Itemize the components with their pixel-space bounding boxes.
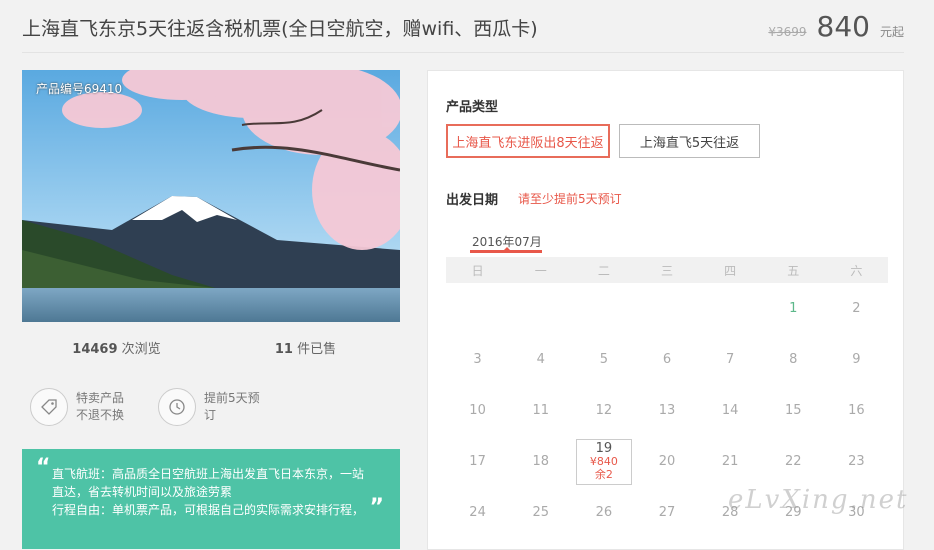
day-cell: 12 — [595, 403, 613, 418]
day-cell: 23 — [848, 454, 865, 469]
day-cell: 25 — [532, 505, 549, 520]
day-remaining: 余2 — [594, 468, 613, 481]
day-price: ¥840 — [589, 455, 618, 468]
sold-label: 件已售 — [297, 342, 337, 357]
option-osaka-8-day[interactable]: 上海直飞东进阪出8天往返 — [446, 124, 610, 158]
empty-day-cell — [509, 283, 572, 334]
weekday-label: 五 — [787, 263, 800, 278]
day-cell: 17 — [469, 454, 486, 469]
mount-fuji-cherry-blossom-image — [22, 70, 400, 300]
available-day-cell[interactable]: 19 ¥840 余2 — [572, 436, 635, 487]
sold-count: 11 — [274, 342, 293, 357]
feature-line1: 特卖产品 — [76, 391, 125, 405]
day-cell: 22 — [785, 454, 802, 469]
highlight-line: 行程自由：单机票产品，可根据自己的实际需求安排行程， — [52, 503, 365, 517]
current-price: 840 — [816, 10, 870, 43]
option-tokyo-5-day[interactable]: 上海直飞5天往返 — [619, 124, 760, 158]
lake-reflection — [22, 288, 400, 322]
close-quote-mark: ” — [369, 495, 384, 520]
price-suffix: 元起 — [879, 25, 904, 39]
weekday-label: 一 — [534, 263, 547, 278]
day-cell: 24 — [469, 505, 486, 520]
day-cell: 18 — [532, 454, 549, 469]
weekday-label: 六 — [850, 263, 863, 278]
day-cell: 9 — [852, 352, 861, 367]
product-code: 产品编号69410 — [36, 82, 123, 96]
feature-line2: 不退不换 — [76, 408, 125, 422]
day-cell: 26 — [595, 505, 613, 520]
header-divider — [22, 52, 904, 53]
views-count: 14469 — [72, 342, 118, 357]
highlight-line: 直飞航班：高品质全日空航班上海出发直飞日本东京，一站 — [52, 467, 365, 481]
clock-icon — [158, 388, 197, 426]
day-cell: 27 — [658, 505, 676, 520]
empty-day-cell — [699, 283, 762, 334]
views-stat: 14469 次浏览 — [22, 338, 211, 357]
open-quote-mark: “ — [36, 455, 51, 480]
day-number: 19 — [595, 441, 613, 456]
original-price: ¥3699 — [768, 25, 807, 39]
product-stats: 14469 次浏览 11 件已售 — [22, 338, 400, 357]
empty-day-cell — [446, 283, 509, 334]
feature-advance-booking: 提前5天预 订 — [158, 388, 260, 426]
available-day-box[interactable]: 19 ¥840 余2 — [575, 438, 632, 485]
product-highlights: “ 直飞航班：高品质全日空航班上海出发直飞日本东京，一站 直达，省去转机时间以及… — [22, 449, 400, 549]
day-cell: 15 — [785, 403, 802, 418]
day-cell: 4 — [536, 352, 545, 367]
day-cell: 8 — [789, 352, 798, 367]
price-area: ¥3699 840 元起 — [768, 10, 904, 43]
day-cell: 14 — [721, 403, 739, 418]
weekday-header: 日一二三四五六 — [446, 257, 888, 283]
feature-line2: 订 — [204, 408, 217, 422]
day-cell: 1 — [789, 301, 798, 316]
booking-hint: 请至少提前5天预订 — [518, 192, 622, 206]
month-pointer — [503, 247, 511, 251]
day-cell: 3 — [473, 352, 482, 367]
day-cell: 21 — [721, 454, 739, 469]
views-label: 次浏览 — [121, 342, 161, 357]
weekday-label: 四 — [724, 263, 737, 278]
day-cell: 13 — [658, 403, 676, 418]
highlight-line: 直达，省去转机时间以及旅途劳累 — [52, 485, 233, 499]
day-cell: 5 — [599, 352, 608, 367]
watermark: eLvXing.net — [728, 485, 909, 515]
booking-panel: 产品类型 上海直飞东进阪出8天往返 上海直飞5天往返 出发日期 请至少提前5天预… — [427, 70, 904, 550]
weekday-label: 二 — [597, 263, 610, 278]
empty-day-cell — [635, 283, 698, 334]
feature-line1: 提前5天预 — [204, 391, 260, 405]
weekday-label: 日 — [471, 263, 484, 278]
day-cell: 10 — [469, 403, 486, 418]
tag-icon — [30, 388, 68, 426]
day-cell: 20 — [658, 454, 676, 469]
day-cell: 16 — [848, 403, 865, 418]
feature-special-sale: 特卖产品 不退不换 — [30, 388, 124, 426]
product-photo: 产品编号69410 — [22, 70, 400, 322]
day-cell: 6 — [662, 352, 672, 367]
day-cell: 2 — [852, 301, 861, 316]
sold-stat: 11 件已售 — [211, 338, 400, 357]
page-title: 上海直飞东京5天往返含税机票(全日空航空，赠wifi、西瓜卡) — [22, 18, 538, 40]
feature-list: 特卖产品 不退不换 提前5天预 订 — [30, 388, 260, 426]
empty-day-cell — [572, 283, 635, 334]
day-cell: 7 — [725, 352, 735, 367]
departure-date-label: 出发日期 — [446, 193, 499, 208]
day-cell: 11 — [532, 403, 549, 418]
product-type-label: 产品类型 — [446, 100, 499, 115]
weekday-label: 三 — [660, 263, 673, 278]
